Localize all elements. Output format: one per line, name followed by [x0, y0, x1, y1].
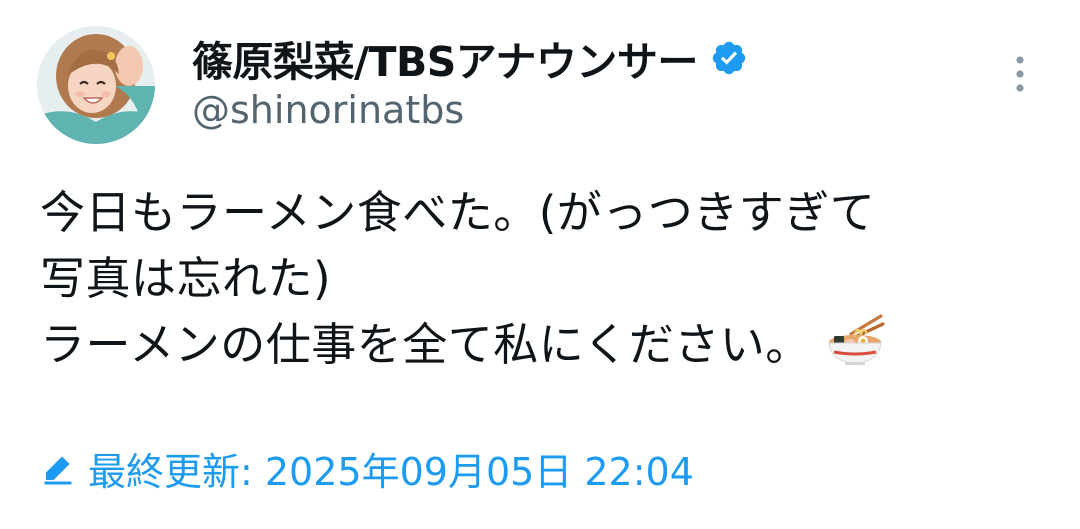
- avatar[interactable]: [37, 26, 155, 144]
- last-edited-label: 最終更新: 2025年09月05日 22:04: [88, 449, 694, 494]
- author-name-row: 篠原梨菜/TBSアナウンサー: [192, 28, 748, 88]
- edit-pencil-icon: [40, 450, 76, 486]
- tweet-text-line-content: ラーメンの仕事を全て私にください。: [40, 318, 811, 371]
- tweet-text: 今日もラーメン食べた。(がっつきすぎて 写真は忘れた) ラーメンの仕事を全て私に…: [40, 180, 1050, 378]
- avatar-photo-icon: [37, 26, 155, 144]
- verified-badge-icon[interactable]: [710, 39, 748, 77]
- tweet-text-line: 写真は忘れた): [40, 252, 332, 305]
- author-handle[interactable]: @shinorinatbs: [192, 88, 464, 132]
- ramen-bowl-icon: [825, 312, 885, 366]
- last-edited-link[interactable]: 最終更新: 2025年09月05日 22:04: [40, 440, 694, 496]
- more-options-icon[interactable]: [1004, 52, 1036, 96]
- tweet-text-line: ラーメンの仕事を全て私にください。: [40, 312, 1050, 378]
- tweet-text-line: 今日もラーメン食べた。(がっつきすぎて: [40, 186, 876, 239]
- author-display-name[interactable]: 篠原梨菜/TBSアナウンサー: [192, 28, 698, 88]
- tweet-card[interactable]: 篠原梨菜/TBSアナウンサー @shinorinatbs 今日もラーメン食べた。…: [0, 0, 1080, 529]
